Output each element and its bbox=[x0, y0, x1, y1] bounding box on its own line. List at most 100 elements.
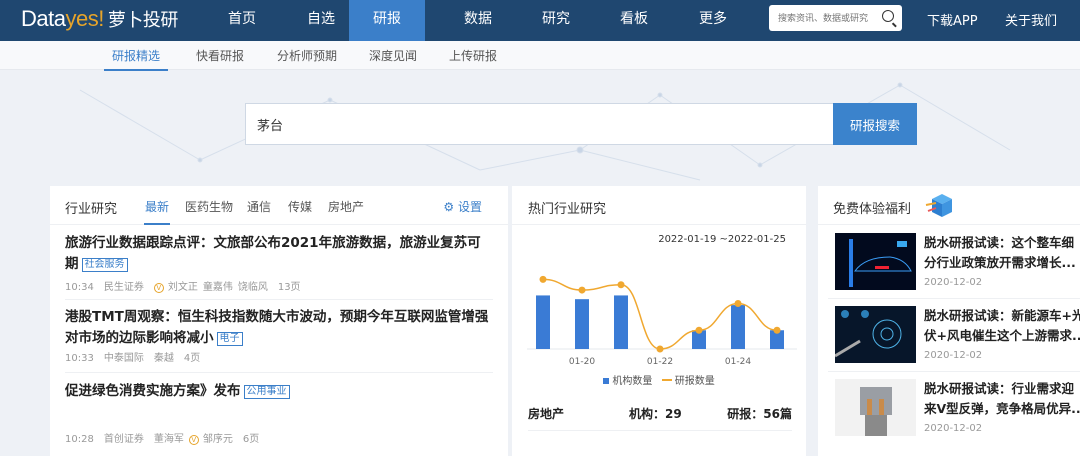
x-tick-label: 01-24 bbox=[725, 357, 751, 367]
article-time: 10:28 bbox=[65, 434, 94, 445]
article-author: 秦越 bbox=[153, 353, 174, 364]
gear-icon: ⚙ bbox=[443, 200, 455, 214]
subnav-depth[interactable]: 深度见闻 bbox=[369, 47, 417, 64]
industry-tag[interactable]: 公用事业 bbox=[243, 385, 290, 399]
free-date: 2020-12-02 bbox=[924, 350, 983, 361]
about-link[interactable]: 关于我们 bbox=[1005, 10, 1057, 29]
free-title[interactable]: 伏+风电催生这个上游需求... bbox=[924, 326, 1080, 346]
logo-cn: 萝卜投研 bbox=[107, 10, 179, 30]
nav-research[interactable]: 研究 bbox=[518, 0, 594, 41]
tab-telecom[interactable]: 通信 bbox=[247, 198, 271, 215]
article-pages: 13页 bbox=[277, 282, 301, 293]
article-time: 10:34 bbox=[65, 282, 94, 293]
subnav-quick[interactable]: 快看研报 bbox=[196, 47, 244, 64]
logo-text-accent: yes! bbox=[65, 6, 104, 31]
download-app-link[interactable]: 下载APP bbox=[927, 10, 978, 29]
top-nav: Datayes!萝卜投研 首页 自选 研报 数据 研究 看板 更多 下载APP … bbox=[0, 0, 1080, 41]
verified-icon: V bbox=[188, 435, 199, 445]
line-point bbox=[539, 275, 547, 283]
industry-tag[interactable]: 社会服务 bbox=[81, 258, 128, 272]
industry-research-card: 行业研究 最新 医药生物 通信 传媒 房地产 ⚙ 设置 旅游行业数据跟踪点评：文… bbox=[50, 186, 508, 456]
settings-label: 设置 bbox=[457, 200, 482, 214]
free-title[interactable]: 脱水研报试读：行业需求迎 bbox=[924, 379, 1080, 399]
article-title[interactable]: 促进绿色消费实施方案》发布 bbox=[65, 383, 241, 399]
article-title[interactable]: 港股TMT周观察：恒生科技指数随大市波动，预期今年互联网监管增强对市场的边际影响… bbox=[65, 309, 488, 346]
report-count: 56篇 bbox=[763, 407, 792, 421]
date-range: 2022-01-19 ~2022-01-25 bbox=[658, 234, 786, 245]
line-point bbox=[617, 281, 625, 289]
legend-line-swatch bbox=[661, 379, 672, 381]
search-icon[interactable] bbox=[882, 10, 894, 22]
free-title[interactable]: 脱水研报试读：新能源车+光 bbox=[924, 306, 1080, 326]
article-pages: 4页 bbox=[183, 353, 201, 364]
nav-reports[interactable]: 研报 bbox=[349, 0, 425, 41]
hot-industry-row[interactable]: 房地产 机构：29 研报：56篇 bbox=[528, 405, 792, 431]
line-point bbox=[734, 299, 742, 307]
hot-industry-card: 热门行业研究 2022-01-19 ~2022-01-25 01-20 01-22… bbox=[512, 186, 806, 456]
card-title: 行业研究 bbox=[65, 202, 118, 217]
bar bbox=[731, 305, 745, 349]
free-title[interactable]: 分行业政策放开需求增长... bbox=[924, 253, 1080, 273]
inst-label: 机构： bbox=[629, 407, 666, 421]
free-title[interactable]: 脱水研报试读：这个整车细 bbox=[924, 233, 1080, 253]
gift-box-icon bbox=[925, 194, 952, 217]
nav-watchlist[interactable]: 自选 bbox=[283, 0, 359, 41]
settings-button[interactable]: ⚙ 设置 bbox=[443, 198, 482, 215]
article-time: 10:33 bbox=[65, 353, 94, 364]
free-title[interactable]: 来V型反弹，竞争格局优异... bbox=[924, 399, 1080, 419]
nav-boards[interactable]: 看板 bbox=[596, 0, 672, 41]
article-item[interactable]: 促进绿色消费实施方案》发布 公用事业 10:28 首创证券 董海军 V 邹序元 6页 bbox=[65, 381, 493, 451]
article-author: 刘文正 bbox=[167, 282, 198, 293]
bar bbox=[536, 295, 550, 349]
free-date: 2020-12-02 bbox=[924, 423, 983, 434]
article-broker: 首创证券 bbox=[103, 434, 144, 445]
subnav-featured[interactable]: 研报精选 bbox=[103, 47, 169, 71]
top-search-input[interactable] bbox=[769, 5, 874, 31]
x-tick-label: 01-22 bbox=[647, 357, 673, 367]
line-point bbox=[773, 326, 781, 334]
report-search: 研报搜索 bbox=[245, 103, 917, 145]
free-item[interactable]: 脱水研报试读：新能源车+光 伏+风电催生这个上游需求... 2020-12-02 bbox=[835, 306, 1080, 378]
logo[interactable]: Datayes! 萝卜投研 bbox=[21, 6, 178, 32]
tab-medicine[interactable]: 医药生物 bbox=[185, 198, 233, 215]
article-item[interactable]: 旅游行业数据跟踪点评：文旅部公布2021年旅游数据，旅游业复苏可期 社会服务 10… bbox=[65, 233, 493, 300]
verified-icon: V bbox=[153, 283, 164, 293]
report-label: 研报： bbox=[727, 407, 764, 421]
article-broker: 民生证券 bbox=[103, 282, 144, 293]
sub-nav: 研报精选 快看研报 分析师预期 深度见闻 上传研报 bbox=[0, 41, 1080, 71]
industry-name: 房地产 bbox=[528, 407, 565, 421]
line-point bbox=[656, 345, 664, 353]
divider bbox=[828, 298, 1080, 299]
legend-bar-swatch bbox=[603, 378, 610, 384]
free-trial-card: 免费体验福利 脱水研报试读：这个整车细 分行业政策放开需求增长... 2020-1… bbox=[818, 186, 1080, 456]
article-author: 邹序元 bbox=[202, 434, 233, 445]
report-search-input[interactable] bbox=[246, 104, 834, 144]
line-point bbox=[578, 286, 586, 294]
industry-tag[interactable]: 电子 bbox=[216, 332, 243, 346]
legend-label: 机构数量 bbox=[612, 376, 653, 387]
chart-legend: 机构数量 研报数量 bbox=[512, 372, 806, 387]
person-thumbnail bbox=[835, 379, 916, 436]
report-search-button[interactable]: 研报搜索 bbox=[833, 103, 917, 145]
article-item[interactable]: 港股TMT周观察：恒生科技指数随大市波动，预期今年互联网监管增强对市场的边际影响… bbox=[65, 307, 493, 373]
nav-more[interactable]: 更多 bbox=[675, 0, 751, 41]
bar bbox=[614, 295, 628, 349]
article-author: 饶临风 bbox=[237, 282, 268, 293]
free-date: 2020-12-02 bbox=[924, 277, 983, 288]
nav-home[interactable]: 首页 bbox=[204, 0, 280, 41]
tab-latest[interactable]: 最新 bbox=[143, 198, 171, 225]
divider bbox=[828, 371, 1080, 372]
article-author: 童嘉伟 bbox=[202, 282, 233, 293]
tab-media[interactable]: 传媒 bbox=[288, 198, 312, 215]
subnav-upload[interactable]: 上传研报 bbox=[449, 47, 497, 64]
free-item[interactable]: 脱水研报试读：这个整车细 分行业政策放开需求增长... 2020-12-02 bbox=[835, 233, 1080, 305]
subnav-analyst[interactable]: 分析师预期 bbox=[277, 47, 337, 64]
tab-real-estate[interactable]: 房地产 bbox=[328, 198, 364, 215]
line-point bbox=[695, 326, 703, 334]
card-title: 热门行业研究 bbox=[528, 202, 607, 217]
article-broker: 中泰国际 bbox=[103, 353, 144, 364]
article-author: 董海军 bbox=[153, 434, 184, 445]
nav-data[interactable]: 数据 bbox=[440, 0, 516, 41]
x-tick-label: 01-20 bbox=[569, 357, 595, 367]
free-item[interactable]: 脱水研报试读：行业需求迎 来V型反弹，竞争格局优异... 2020-12-02 bbox=[835, 379, 1080, 451]
